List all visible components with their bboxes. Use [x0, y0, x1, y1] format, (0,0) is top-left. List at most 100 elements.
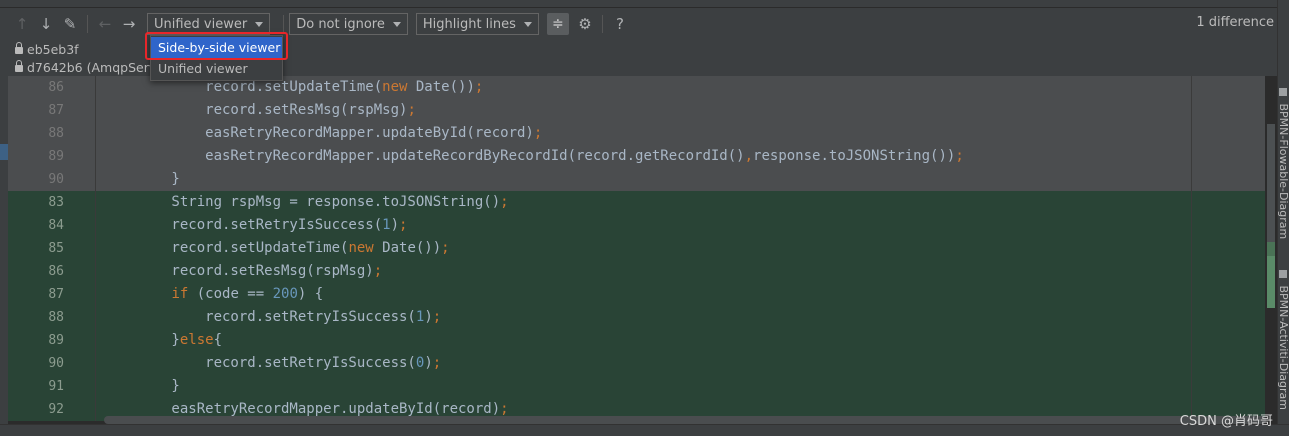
line-number: 89 [48, 149, 64, 164]
line-gutter[interactable]: 88 [8, 122, 96, 145]
revision-first: eb5eb3f [15, 40, 79, 58]
right-margin-guide [1191, 191, 1192, 214]
revision-second: d7642b6 (AmqpServi [15, 58, 160, 76]
right-margin-guide [1191, 352, 1192, 375]
line-number: 87 [48, 287, 64, 302]
window-top-strip [0, 0, 1289, 8]
dropdown-item-side-by-side[interactable]: Side-by-side viewer [151, 37, 282, 58]
line-number: 90 [48, 356, 64, 371]
arrow-left-icon[interactable]: ← [93, 12, 117, 36]
line-gutter[interactable]: 86 [8, 76, 96, 99]
watermark: CSDN @肖码哥 [1179, 414, 1273, 429]
revision-first-label: eb5eb3f [27, 41, 79, 57]
dropdown-item-unified[interactable]: Unified viewer [151, 58, 282, 79]
line-gutter[interactable]: 89 [8, 329, 96, 352]
line-number: 85 [48, 241, 64, 256]
code-text: if (code == 200) { [171, 286, 324, 302]
line-gutter[interactable]: 91 [8, 375, 96, 398]
gutter-marker [0, 144, 8, 160]
line-gutter[interactable]: 89 [8, 145, 96, 168]
help-button[interactable]: ? [608, 12, 632, 36]
gear-icon[interactable]: ⚙ [573, 12, 597, 36]
code-text: record.setUpdateTime(new Date()); [104, 240, 450, 256]
toolbar-separator [601, 15, 603, 33]
side-tab-activiti-label: BPMN-Activiti-Diagram [1278, 285, 1289, 411]
code-line[interactable]: 87 if (code == 200) { [8, 283, 1277, 306]
code-line[interactable]: 87 record.setResMsg(rspMsg); [8, 99, 1277, 122]
toolbar-separator [87, 15, 88, 33]
code-text: record.setRetryIsSuccess(1); [104, 309, 442, 325]
line-gutter[interactable]: 92 [8, 398, 96, 421]
code-line[interactable]: 89 easRetryRecordMapper.updateRecordByRe… [8, 145, 1277, 168]
right-margin-guide [1191, 260, 1192, 283]
chevron-down-icon [392, 21, 401, 27]
diagram-icon [1279, 270, 1287, 278]
code-text: } [104, 378, 180, 394]
ignore-combo[interactable]: Do not ignore [289, 13, 408, 35]
highlight-combo[interactable]: Highlight lines [415, 13, 539, 35]
side-tab-flowable[interactable]: BPMN-Flowable-Diagram [1278, 88, 1289, 240]
code-line[interactable]: 85 record.setUpdateTime(new Date()); [8, 237, 1277, 260]
line-gutter[interactable]: 83 [8, 191, 96, 214]
highlight-combo-label: Highlight lines [422, 16, 516, 32]
right-margin-guide [1191, 214, 1192, 237]
code-line[interactable]: 90 record.setRetryIsSuccess(0); [8, 352, 1277, 375]
code-text: record.setRetryIsSuccess(0); [104, 355, 442, 371]
revision-second-label: d7642b6 (AmqpServi [27, 59, 160, 75]
line-number: 88 [48, 126, 64, 141]
horizontal-scrollbar[interactable] [104, 416, 1266, 424]
line-gutter[interactable]: 85 [8, 237, 96, 260]
scrollbar-new-marker [1267, 256, 1275, 308]
arrow-up-icon[interactable]: ↑ [10, 12, 34, 36]
collapse-unchanged-icon[interactable]: ≑ [546, 13, 569, 35]
edit-icon[interactable]: ✎ [58, 12, 82, 36]
line-gutter[interactable]: 90 [8, 352, 96, 375]
line-gutter[interactable]: 84 [8, 214, 96, 237]
arrow-right-icon[interactable]: → [117, 12, 141, 36]
code-line[interactable]: 90 } [8, 168, 1277, 191]
right-margin-guide [1191, 375, 1192, 398]
ignore-combo-label: Do not ignore [296, 16, 385, 32]
diff-editor[interactable]: 86 record.setUpdateTime(new Date()); 87 r… [8, 76, 1277, 424]
code-text: }else{ [104, 332, 223, 348]
lock-icon [15, 60, 23, 72]
code-line[interactable]: 84 record.setRetryIsSuccess(1); [8, 214, 1277, 237]
lock-icon [15, 42, 23, 54]
code-line[interactable]: 88 easRetryRecordMapper.updateById(recor… [8, 122, 1277, 145]
code-text: record.setResMsg(rspMsg); [104, 102, 416, 118]
line-gutter[interactable]: 90 [8, 168, 96, 191]
line-gutter[interactable]: 86 [8, 260, 96, 283]
scrollbar-old-marker [1267, 124, 1275, 242]
bottom-tool-bar [0, 424, 1289, 436]
line-number: 91 [48, 379, 64, 394]
code-line[interactable]: 88 record.setRetryIsSuccess(1); [8, 306, 1277, 329]
viewer-combo-label: Unified viewer [154, 16, 248, 32]
line-number: 84 [48, 218, 64, 233]
line-number: 87 [48, 103, 64, 118]
right-margin-guide [1191, 122, 1192, 145]
right-margin-guide [1191, 99, 1192, 122]
side-tab-flowable-label: BPMN-Flowable-Diagram [1278, 103, 1289, 240]
side-tab-activiti[interactable]: BPMN-Activiti-Diagram [1278, 270, 1289, 416]
code-text: } [104, 171, 180, 187]
right-margin-guide [1191, 283, 1192, 306]
right-margin-guide [1191, 76, 1192, 99]
difference-count: 1 difference [1196, 15, 1274, 30]
right-margin-guide [1191, 329, 1192, 352]
code-line[interactable]: 83 String rspMsg = response.toJSONString… [8, 191, 1277, 214]
diagram-icon [1279, 88, 1287, 96]
line-gutter[interactable]: 88 [8, 306, 96, 329]
code-line[interactable]: 86 record.setResMsg(rspMsg); [8, 260, 1277, 283]
left-gutter-strip [0, 76, 8, 424]
viewer-combo[interactable]: Unified viewer [147, 13, 271, 35]
code-text: easRetryRecordMapper.updateRecordByRecor… [104, 148, 964, 164]
code-line[interactable]: 91 } [8, 375, 1277, 398]
code-line[interactable]: 89 }else{ [8, 329, 1277, 352]
line-gutter[interactable]: 87 [8, 283, 96, 306]
line-number: 92 [48, 402, 64, 417]
arrow-down-icon[interactable]: ↓ [34, 12, 58, 36]
diff-scrollbar[interactable] [1265, 76, 1277, 424]
right-margin-guide [1191, 168, 1192, 191]
line-gutter[interactable]: 87 [8, 99, 96, 122]
line-number: 86 [48, 264, 64, 279]
